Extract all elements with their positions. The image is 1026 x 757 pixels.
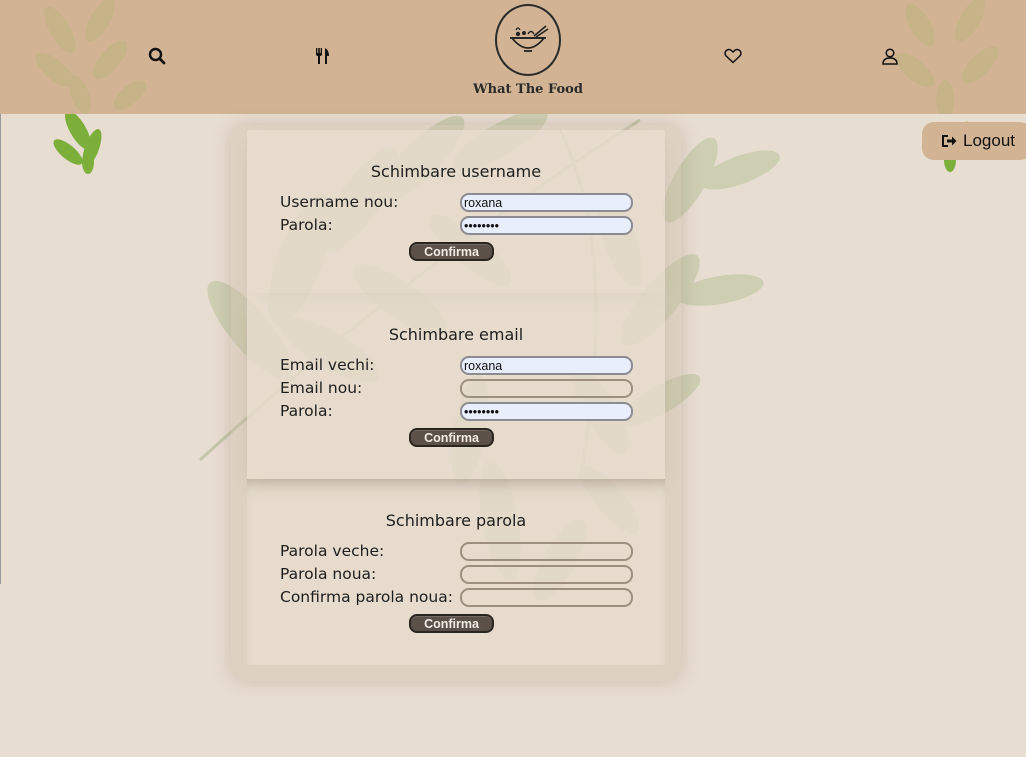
- old-email-input[interactable]: [460, 356, 633, 375]
- new-password-label: Parola noua:: [280, 565, 377, 583]
- fork-knife-icon[interactable]: [311, 45, 333, 67]
- bowl-logo-icon: [495, 4, 561, 76]
- logout-label: Logout: [963, 131, 1015, 150]
- brand-name: What The Food: [473, 82, 583, 97]
- confirm-email-button[interactable]: Confirma: [409, 428, 494, 447]
- old-password-label: Parola veche:: [280, 542, 385, 560]
- new-password-input[interactable]: [460, 565, 633, 584]
- email-change-section: Schimbare email Email vechi: Email nou: …: [247, 293, 665, 479]
- heart-icon[interactable]: [722, 45, 744, 67]
- new-username-label: Username nou:: [280, 193, 399, 211]
- old-password-input[interactable]: [460, 542, 633, 561]
- top-header: What The Food: [0, 0, 1026, 114]
- confirm-username-button[interactable]: Confirma: [409, 242, 494, 261]
- confirm-password-button[interactable]: Confirma: [409, 614, 494, 633]
- sign-out-icon: [942, 135, 957, 147]
- username-password-label: Parola:: [280, 216, 333, 234]
- new-email-input[interactable]: [460, 379, 633, 398]
- username-password-input[interactable]: [460, 216, 633, 235]
- email-password-label: Parola:: [280, 402, 333, 420]
- email-section-title: Schimbare email: [388, 325, 524, 344]
- left-edge-divider: [0, 114, 1, 584]
- old-email-label: Email vechi:: [280, 356, 375, 374]
- email-password-input[interactable]: [460, 402, 633, 421]
- new-username-input[interactable]: [460, 193, 633, 212]
- confirm-new-password-label: Confirma parola noua:: [280, 588, 453, 606]
- logout-button[interactable]: Logout: [922, 122, 1026, 160]
- password-section-title: Schimbare parola: [385, 511, 527, 530]
- user-icon[interactable]: [879, 45, 901, 67]
- confirm-new-password-input[interactable]: [460, 588, 633, 607]
- search-icon[interactable]: [146, 45, 168, 67]
- username-section-title: Schimbare username: [370, 162, 542, 181]
- password-change-section: Schimbare parola Parola veche: Parola no…: [247, 479, 665, 665]
- new-email-label: Email nou:: [280, 379, 363, 397]
- brand-logo[interactable]: What The Food: [470, 4, 586, 102]
- username-change-section: Schimbare username Username nou: Parola:…: [247, 130, 665, 293]
